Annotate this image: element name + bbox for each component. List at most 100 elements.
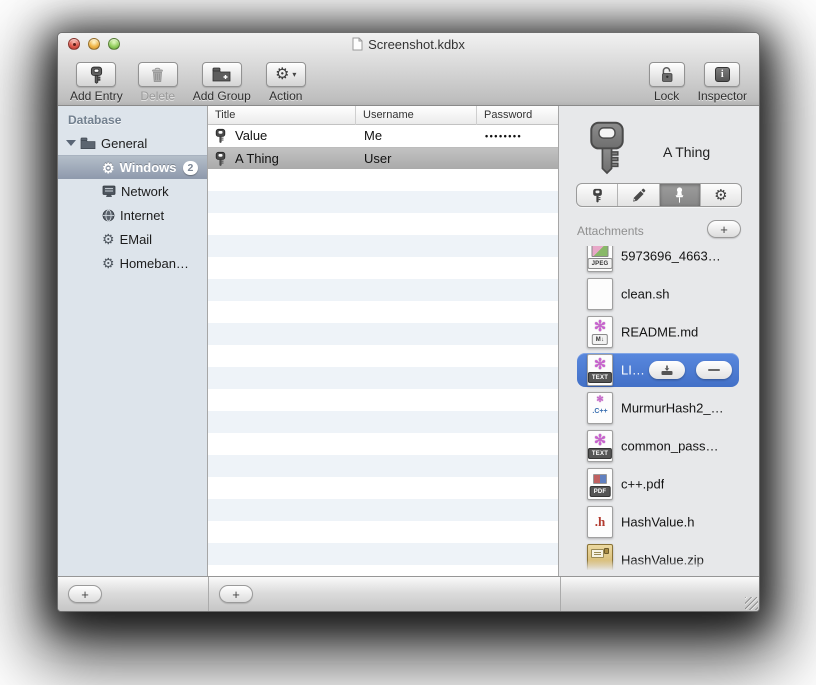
attachment-row-selected[interactable]: ✻ TEXT LI… [559, 351, 759, 389]
attachment-row[interactable]: .h HashValue.h [559, 503, 759, 541]
window-title: Screenshot.kdbx [368, 36, 465, 52]
add-entry-plus-button[interactable]: + [219, 585, 253, 603]
attachment-name: HashValue.h [621, 514, 695, 530]
screenshot-stage: Screenshot.kdbx Add Entry Delete Add Gro… [0, 0, 816, 685]
file-badge: TEXT [587, 372, 613, 383]
add-entry-button[interactable]: Add Entry [70, 62, 123, 103]
sidebar-item-label: EMail [119, 231, 153, 247]
action-label: Action [269, 89, 303, 103]
attachment-name: LI… [621, 362, 645, 378]
sidebar-item-homebanking[interactable]: ⚙ Homeban… [58, 251, 207, 275]
monitor-icon [102, 185, 116, 198]
folder-icon [80, 137, 96, 149]
tab-credentials[interactable] [577, 184, 619, 206]
entry-rows[interactable]: Value Me •••••••• A Thing User [208, 125, 558, 578]
sidebar-item-label: Network [121, 183, 169, 199]
disclosure-triangle-icon[interactable] [66, 140, 76, 146]
zipper-pull [604, 548, 609, 554]
attachment-row[interactable]: ✻ TEXT common_pass… [559, 427, 759, 465]
attachment-row[interactable]: ✻ .C++ MurmurHash2_… [559, 389, 759, 427]
sidebar-item-internet[interactable]: Internet [58, 203, 207, 227]
add-group-face [201, 62, 242, 87]
key-icon [592, 188, 602, 202]
add-group-button[interactable]: Add Group [193, 62, 251, 103]
titlebar[interactable]: Screenshot.kdbx [58, 33, 759, 55]
entry-title: Value [235, 128, 268, 143]
pushpin-icon [675, 186, 684, 203]
document-icon [352, 37, 363, 51]
pencil-icon [632, 188, 646, 202]
sidebar-item-email[interactable]: ⚙ EMail [58, 227, 207, 251]
toolbar-right-group: Lock i Inspector [648, 62, 747, 103]
attachment-name: MurmurHash2_… [621, 400, 724, 416]
photo-thumbnail [591, 246, 609, 257]
sidebar-item-network[interactable]: Network [58, 179, 207, 203]
entry-password: •••••••• [485, 131, 523, 141]
entry-key-icon [590, 121, 624, 175]
attachment-name: clean.sh [621, 286, 670, 302]
key-icon [90, 66, 102, 84]
tab-edit[interactable] [618, 184, 660, 206]
entry-username: Me [364, 128, 383, 143]
add-attachment-button[interactable]: + [707, 220, 741, 238]
sidebar-item-windows[interactable]: ⚙ Windows 2 [58, 155, 207, 179]
column-header-title[interactable]: Title [208, 106, 235, 125]
attachment-name: HashValue.zip [621, 552, 704, 568]
toolbar-left-group: Add Entry Delete Add Group ⚙ ▾ Action [70, 62, 306, 103]
inspector-button[interactable]: i Inspector [698, 62, 747, 103]
count-badge: 2 [182, 160, 199, 175]
entry-row-value[interactable]: Value Me •••••••• [208, 125, 558, 147]
sidebar-item-label: General [101, 135, 148, 151]
action-button[interactable]: ⚙ ▾ Action [265, 62, 306, 103]
attachment-row[interactable]: JPEG 5973696_4663… [559, 246, 759, 275]
gear-icon: ⚙ [275, 65, 290, 83]
flower-glyph: ✻ [593, 318, 607, 335]
inspector-tabs: ⚙ [576, 183, 742, 207]
attachment-name: 5973696_4663… [621, 248, 721, 264]
attachment-name: c++.pdf [621, 476, 665, 492]
attachments-list[interactable]: JPEG 5973696_4663… clean.sh ✻ M↓ README.… [559, 246, 759, 570]
pdf-file-icon: PDF [587, 468, 613, 500]
flower-glyph: ✻ [593, 356, 607, 373]
globe-icon [102, 209, 115, 222]
add-entry-label: Add Entry [70, 89, 123, 103]
lock-button[interactable]: Lock [648, 62, 685, 103]
action-face: ⚙ ▾ [265, 62, 306, 87]
remove-attachment-button[interactable] [696, 361, 732, 379]
attachment-name: README.md [621, 324, 699, 340]
delete-face [137, 62, 178, 87]
add-entry-face [76, 62, 117, 87]
column-header-username[interactable]: Username [355, 106, 414, 125]
attachment-row[interactable]: PDF c++.pdf [559, 465, 759, 503]
plus-icon: + [720, 221, 728, 237]
flower-glyph: ✻ [596, 394, 604, 404]
zip-file-icon [587, 544, 613, 570]
gear-icon: ⚙ [102, 159, 115, 176]
resize-grip[interactable] [745, 597, 758, 610]
inspector-entry-title: A Thing [663, 144, 711, 160]
column-header-password[interactable]: Password [476, 106, 532, 125]
inspector-label: Inspector [697, 89, 747, 103]
entry-title: A Thing [235, 151, 279, 166]
trash-icon [152, 67, 164, 82]
info-icon: i [714, 67, 730, 82]
lock-face [648, 62, 685, 87]
tab-properties[interactable]: ⚙ [701, 184, 741, 206]
attachment-row[interactable]: HashValue.zip [559, 541, 759, 570]
pdf-art [593, 474, 607, 484]
file-badge: M↓ [591, 334, 609, 345]
attachment-row[interactable]: clean.sh [559, 275, 759, 313]
save-attachment-button[interactable] [649, 361, 685, 379]
sidebar-item-label: Internet [120, 207, 165, 223]
entry-row-a-thing[interactable]: A Thing User [208, 147, 558, 169]
open-lock-icon [661, 67, 673, 82]
attachment-row[interactable]: ✻ M↓ README.md [559, 313, 759, 351]
sidebar-item-general[interactable]: General [58, 131, 207, 155]
main-area: Database General ⚙ Windows 2 Network Int… [58, 106, 759, 578]
divider [208, 577, 209, 611]
add-group-plus-button[interactable]: + [68, 585, 102, 603]
delete-button[interactable]: Delete [137, 62, 178, 103]
inspector-face: i [704, 62, 741, 87]
tab-attachments[interactable] [659, 184, 701, 206]
window-title-area: Screenshot.kdbx [58, 33, 759, 55]
